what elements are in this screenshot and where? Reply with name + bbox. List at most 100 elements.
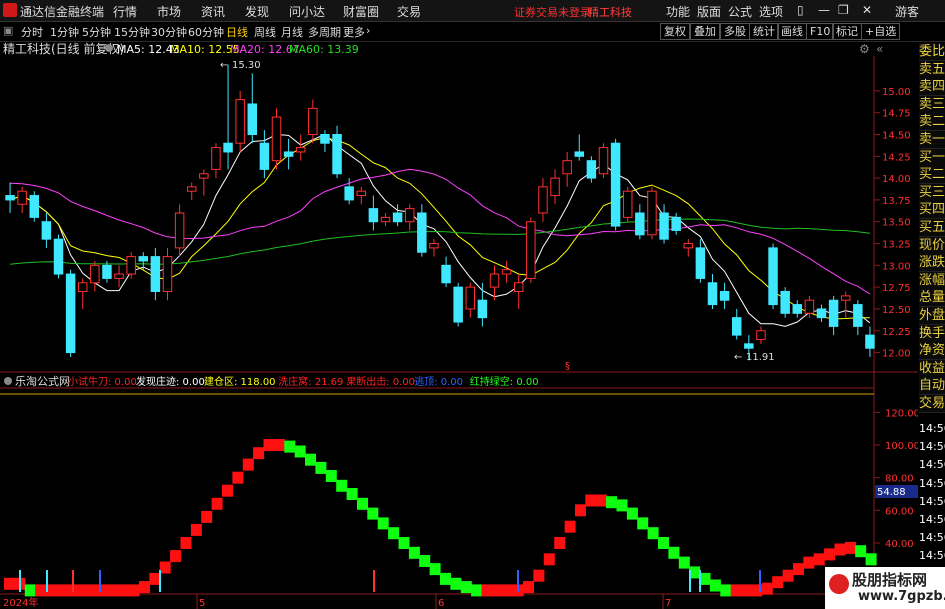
period-monthly[interactable]: 月线 [281, 24, 303, 40]
menu-function[interactable]: 功能 [666, 3, 690, 20]
period-more[interactable]: 更多 [343, 24, 365, 40]
candle-body [659, 212, 669, 240]
right-panel-label[interactable]: 自动 [919, 377, 945, 396]
guest-label[interactable]: 游客 [895, 3, 919, 20]
oscillator-block [315, 461, 327, 474]
period-15min[interactable]: 15分钟 [114, 24, 150, 40]
close-icon[interactable]: ✕ [862, 3, 872, 17]
right-panel-label[interactable]: 收益 [919, 359, 945, 378]
period-daily[interactable]: 日线 [226, 24, 248, 40]
oscillator-block [346, 488, 358, 500]
price-tick-label: 13.75 [882, 196, 911, 207]
mark-button[interactable]: 标记 [832, 23, 862, 40]
sub-settings-dot-icon[interactable] [4, 377, 12, 385]
price-tick-label: 13.00 [882, 261, 911, 272]
menu-discover[interactable]: 发现 [245, 3, 269, 20]
oscillator-block [720, 584, 732, 597]
add-favorite-button[interactable]: +自选 [861, 23, 901, 40]
candle-body [344, 186, 354, 201]
stats-button[interactable]: 统计 [749, 23, 779, 40]
menu-news[interactable]: 资讯 [201, 3, 225, 20]
menu-hangqing[interactable]: 行情 [113, 3, 137, 20]
oscillator-block [325, 470, 337, 482]
menu-ask[interactable]: 问小达 [289, 3, 325, 20]
event-marker-icon: § [565, 361, 570, 372]
oscillator-block [637, 517, 649, 530]
right-panel-label[interactable]: 卖三 [919, 95, 945, 114]
toolbar-toggle-icon[interactable]: ▣ [3, 24, 13, 37]
gear-icon[interactable]: ⚙ [859, 42, 870, 56]
settings-dot-icon[interactable] [105, 44, 113, 52]
sub-tick-label: 100.00 [885, 441, 918, 452]
menu-layout[interactable]: 版面 [697, 3, 721, 20]
menu-market[interactable]: 市场 [157, 3, 181, 20]
ma60-legend: MA60: 13.39 [289, 43, 359, 56]
tick-time: 14:56 [919, 440, 945, 454]
period-30min[interactable]: 30分钟 [151, 24, 187, 40]
candle-body [477, 299, 488, 319]
right-panel-label[interactable]: 净资 [919, 342, 945, 361]
period-5min[interactable]: 5分钟 [82, 24, 111, 40]
menu-options[interactable]: 选项 [759, 3, 783, 20]
right-panel-label[interactable]: 买一 [919, 148, 945, 167]
right-panel-label[interactable]: 总量 [919, 289, 945, 308]
oscillator-block [481, 584, 493, 597]
candle-body [29, 195, 40, 218]
f10-button[interactable]: F10 [806, 23, 835, 40]
candle-body [840, 295, 851, 301]
candle-body [5, 195, 15, 201]
candlestick-series [5, 64, 875, 361]
period-weekly[interactable]: 周线 [254, 24, 276, 40]
draw-button[interactable]: 画线 [777, 23, 807, 40]
candle-body [259, 142, 270, 170]
right-panel-label[interactable]: 涨跌 [919, 254, 945, 273]
login-warning[interactable]: 证券交易未登录 [514, 4, 591, 20]
period-multi[interactable]: 多周期 [308, 24, 341, 40]
right-panel-label[interactable]: 外盘 [919, 307, 945, 325]
multistock-button[interactable]: 多股 [720, 23, 750, 40]
oscillator-block [357, 497, 368, 510]
right-panel-label[interactable]: 卖五 [919, 60, 945, 79]
sub-tick-label: 40.00 [885, 539, 914, 550]
fuquan-button[interactable]: 复权 [660, 23, 690, 40]
right-panel-label[interactable]: 委比 [919, 43, 945, 61]
menu-wealth[interactable]: 财富圈 [343, 3, 379, 20]
right-panel-label[interactable]: 交易 [919, 395, 945, 413]
right-panel-label[interactable]: 卖四 [919, 78, 945, 97]
period-fenshi[interactable]: 分时 [21, 24, 43, 40]
right-panel-label[interactable]: 现价 [919, 236, 945, 255]
collapse-icon[interactable]: « [876, 42, 883, 56]
price-tick-label: 14.25 [882, 152, 911, 163]
right-panel-label[interactable]: 卖二 [919, 113, 945, 132]
oscillator-block [118, 584, 130, 597]
ma5-line [9, 133, 871, 327]
right-panel-label[interactable]: 涨幅 [919, 271, 945, 290]
oscillator-block [429, 563, 441, 576]
period-1min[interactable]: 1分钟 [50, 24, 79, 40]
overlay-button[interactable]: 叠加 [690, 23, 720, 40]
restore-icon[interactable]: ❐ [838, 3, 849, 17]
oscillator-block [440, 572, 451, 585]
right-panel-label[interactable]: 卖一 [919, 131, 945, 149]
chart-area[interactable]: 精工科技(日线 前复权) MA5: 12.43 MA10: 12.55 MA20… [0, 42, 918, 609]
tick-time: 14:56 [919, 458, 945, 472]
oscillator-block [398, 537, 410, 549]
right-panel-label[interactable]: 换手 [919, 324, 945, 343]
candle-body [526, 221, 536, 279]
right-panel-label[interactable]: 买四 [919, 201, 945, 220]
candle-body [392, 212, 403, 223]
candle-body [271, 116, 282, 162]
chevron-right-icon[interactable]: › [366, 24, 370, 37]
lock-icon[interactable]: ▯ [797, 3, 804, 17]
menu-formula[interactable]: 公式 [728, 3, 752, 20]
right-panel-label[interactable]: 买三 [919, 183, 945, 202]
oscillator-block [242, 458, 254, 471]
oscillator-block [408, 546, 420, 559]
menu-trade[interactable]: 交易 [397, 3, 421, 20]
minimize-icon[interactable]: — [818, 3, 830, 17]
right-panel-label[interactable]: 买二 [919, 166, 945, 185]
oscillator-block [564, 520, 576, 533]
x-label-year: 2024年 [3, 596, 38, 609]
period-60min[interactable]: 60分钟 [188, 24, 224, 40]
right-panel-label[interactable]: 买五 [919, 219, 945, 237]
